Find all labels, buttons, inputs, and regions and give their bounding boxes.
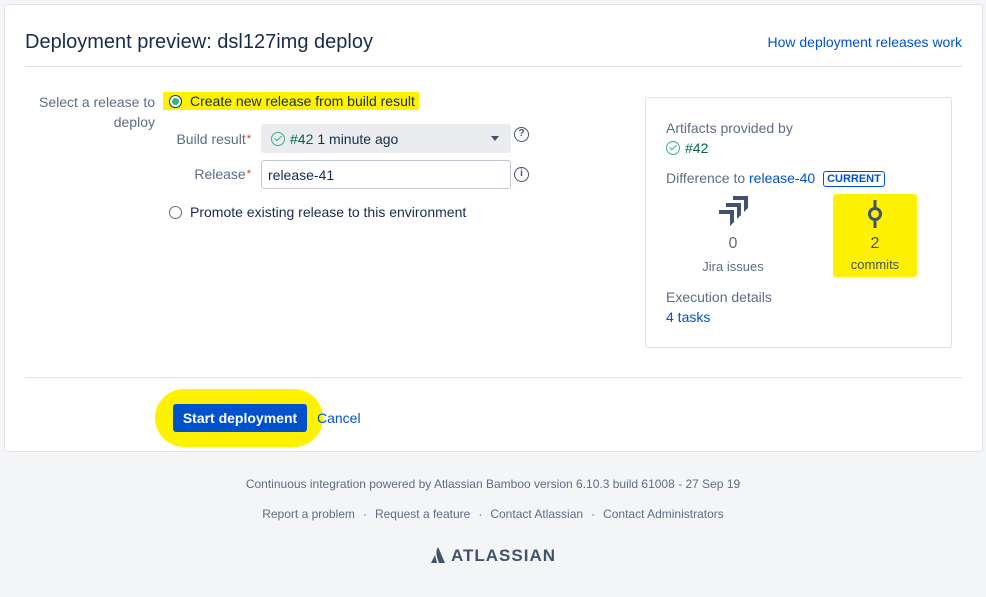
separator: · bbox=[362, 507, 367, 521]
info-icon[interactable]: i bbox=[514, 167, 529, 182]
release-name-input[interactable] bbox=[261, 160, 511, 189]
option-promote-release[interactable]: Promote existing release to this environ… bbox=[169, 204, 466, 220]
contact-administrators-link[interactable]: Contact Administrators bbox=[603, 507, 724, 521]
page-title: Deployment preview: dsl127img deploy bbox=[25, 31, 373, 53]
commits-count: 2 bbox=[870, 235, 880, 252]
jira-issues-stat[interactable]: 0 Jira issues bbox=[690, 196, 776, 274]
help-icon[interactable]: ? bbox=[514, 127, 529, 142]
artifacts-build: #42 bbox=[666, 140, 708, 156]
commits-label: commits bbox=[850, 257, 900, 272]
report-problem-link[interactable]: Report a problem bbox=[262, 507, 355, 521]
execution-label: Execution details bbox=[666, 289, 772, 305]
cancel-button[interactable]: Cancel bbox=[317, 410, 361, 426]
powered-by-text: Continuous integration powered by Atlass… bbox=[245, 477, 741, 491]
separator: · bbox=[591, 507, 596, 521]
success-check-icon bbox=[271, 131, 285, 146]
execution-tasks-link[interactable]: 4 tasks bbox=[666, 309, 710, 325]
atlassian-logo-icon bbox=[430, 547, 445, 563]
help-link[interactable]: How deployment releases work bbox=[767, 34, 962, 50]
artifacts-label: Artifacts provided by bbox=[666, 120, 793, 136]
chevron-down-icon bbox=[491, 136, 499, 141]
commit-icon bbox=[868, 200, 882, 228]
footer-links: Report a problem · Request a feature · Conta… bbox=[0, 507, 986, 521]
current-badge: CURRENT bbox=[823, 171, 885, 187]
build-time: 1 minute ago bbox=[317, 130, 399, 147]
deployment-preview-panel: Deployment preview: dsl127img deploy How… bbox=[4, 4, 983, 452]
option-create-release[interactable]: Create new release from build result bbox=[163, 92, 419, 110]
start-deployment-button[interactable]: Start deployment bbox=[173, 404, 307, 432]
jira-issues-count: 0 bbox=[728, 235, 738, 252]
commits-stat[interactable]: 2 commits bbox=[833, 194, 917, 277]
build-number: #42 bbox=[290, 130, 314, 147]
jira-icon bbox=[719, 196, 748, 226]
promote-release-radio[interactable] bbox=[169, 205, 182, 219]
create-release-radio[interactable] bbox=[169, 94, 182, 108]
build-result-label: Build result* bbox=[176, 131, 251, 147]
release-label: Release* bbox=[194, 166, 251, 182]
promote-release-label: Promote existing release to this environ… bbox=[190, 204, 467, 220]
actions-divider bbox=[25, 377, 962, 378]
select-release-label: Select a release to deploy bbox=[39, 94, 155, 130]
success-check-icon bbox=[666, 141, 680, 155]
previous-release-link[interactable]: release-40 bbox=[749, 170, 815, 186]
brand-name: ATLASSIAN bbox=[450, 546, 556, 565]
contact-atlassian-link[interactable]: Contact Atlassian bbox=[490, 507, 583, 521]
difference-row: Difference to release-40 CURRENT bbox=[666, 170, 885, 187]
request-feature-link[interactable]: Request a feature bbox=[375, 507, 470, 521]
artifacts-build-link[interactable]: #42 bbox=[685, 140, 708, 156]
release-summary-box: Artifacts provided by #42 Difference to … bbox=[645, 97, 952, 348]
jira-issues-label: Jira issues bbox=[702, 259, 764, 274]
header-divider bbox=[25, 66, 962, 67]
build-result-select[interactable]: #42 1 minute ago bbox=[261, 124, 511, 153]
create-release-label: Create new release from build result bbox=[190, 93, 415, 109]
separator: · bbox=[478, 507, 483, 521]
atlassian-logo[interactable]: ATLASSIAN bbox=[0, 546, 986, 566]
